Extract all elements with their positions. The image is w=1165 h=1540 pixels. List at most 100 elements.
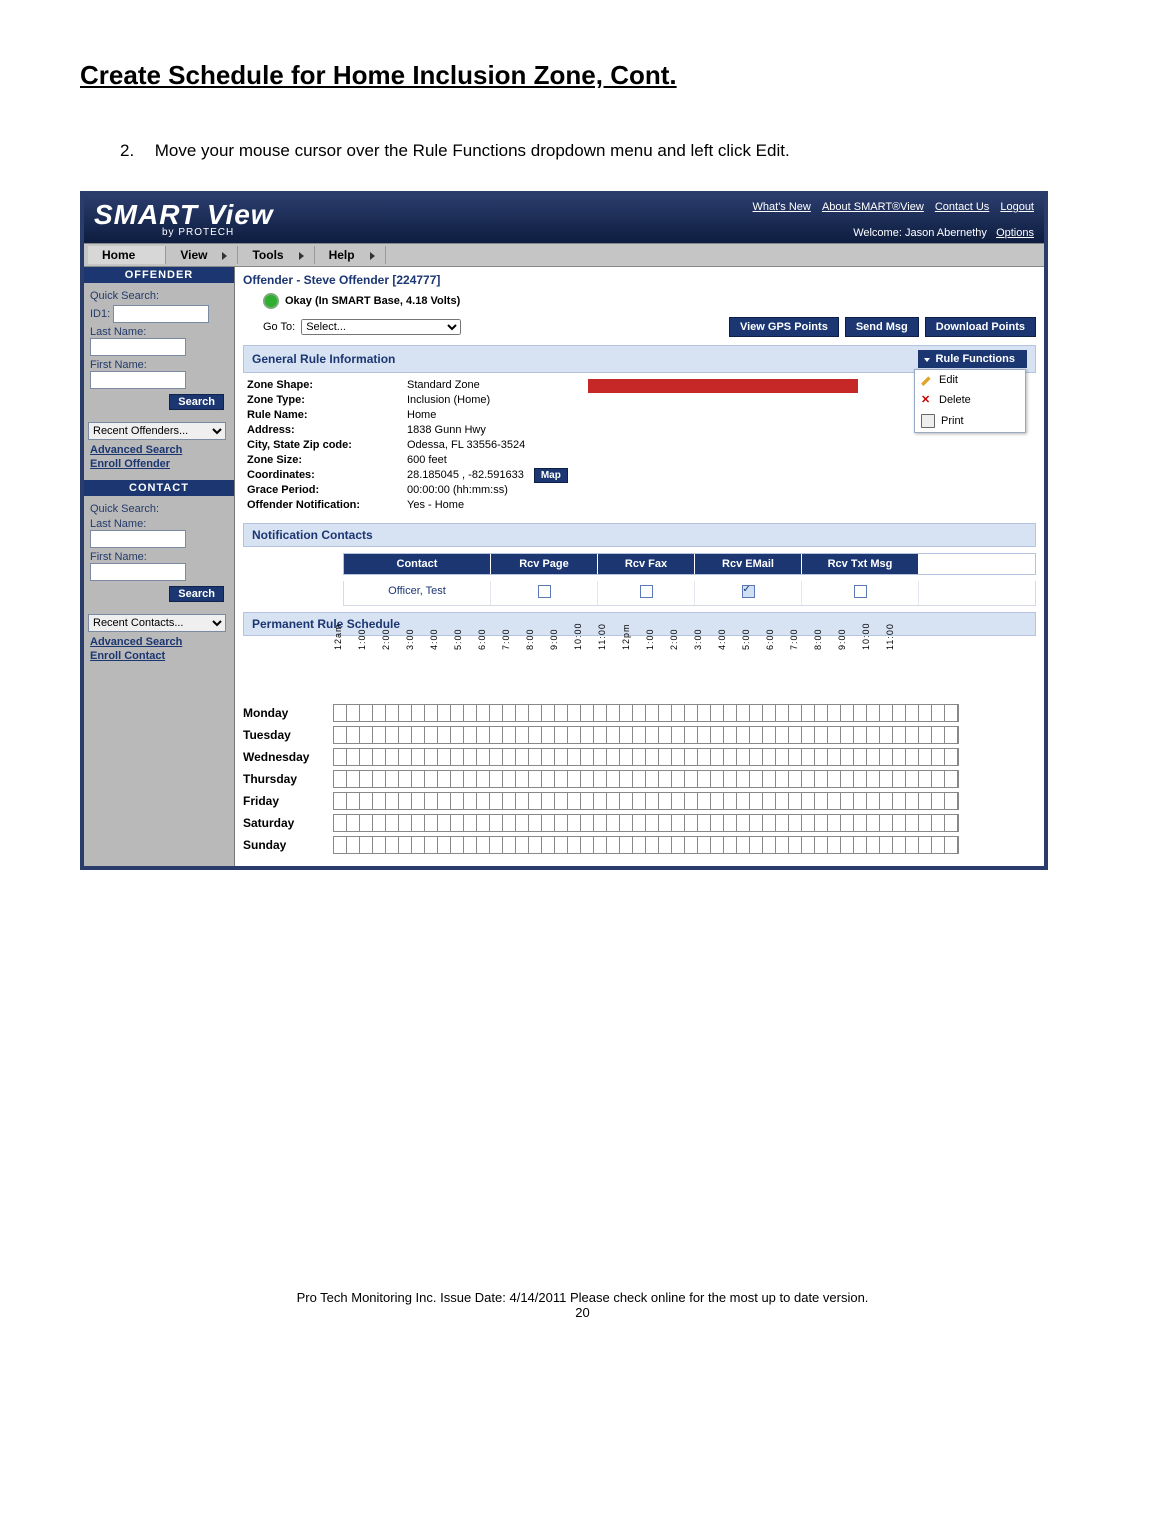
view-gps-button[interactable]: View GPS Points [729, 317, 839, 337]
main-menu: Home View Tools Help [84, 243, 1044, 267]
download-points-button[interactable]: Download Points [925, 317, 1036, 337]
field-value: Standard Zone [407, 379, 568, 391]
status-ok-icon [263, 293, 279, 309]
col-rcv-email: Rcv EMail [695, 554, 802, 574]
send-msg-button[interactable]: Send Msg [845, 317, 919, 337]
field-value: Inclusion (Home) [407, 394, 568, 406]
hour-label: 3:00 [693, 638, 703, 650]
first-name-label: First Name: [90, 359, 147, 371]
recent-offenders-select[interactable]: Recent Offenders... [88, 422, 226, 440]
hour-label: 12am [333, 638, 343, 650]
day-row: Thursday [243, 768, 1036, 790]
chk-email[interactable] [742, 585, 755, 598]
chevron-right-icon [370, 252, 375, 260]
rule-info-grid: Zone Shape:Standard ZoneZone Type:Inclus… [247, 379, 568, 511]
link-options[interactable]: Options [996, 227, 1034, 239]
contact-quick-label: Quick Search: [90, 503, 228, 515]
col-contact: Contact [344, 554, 491, 574]
app-header: SMART View by PROTECH What's New About S… [84, 195, 1044, 243]
recent-contacts-select[interactable]: Recent Contacts... [88, 614, 226, 632]
hour-label: 2:00 [381, 638, 391, 650]
hour-label: 8:00 [525, 638, 535, 650]
lastname-input[interactable] [90, 338, 186, 356]
field-value: 600 feet [407, 454, 568, 466]
chk-fax[interactable] [640, 585, 653, 598]
hour-label: 1:00 [357, 638, 367, 650]
link-whats-new[interactable]: What's New [753, 201, 811, 213]
map-button[interactable]: Map [534, 468, 568, 483]
c-firstname-input[interactable] [90, 563, 186, 581]
menu-home[interactable]: Home [88, 246, 166, 264]
contacts-data-row: Officer, Test [343, 581, 1036, 606]
col-rcv-page: Rcv Page [491, 554, 598, 574]
hours-row: 12am1:002:003:004:005:006:007:008:009:00… [333, 642, 1036, 702]
contact-adv-search-link[interactable]: Advanced Search [90, 636, 228, 648]
link-about[interactable]: About SMART®View [822, 201, 924, 213]
hour-label: 12pm [621, 638, 631, 650]
contact-name-link[interactable]: Officer, Test [344, 581, 491, 605]
hour-label: 1:00 [645, 638, 655, 650]
enroll-offender-link[interactable]: Enroll Offender [90, 458, 228, 470]
hour-label: 10:00 [861, 638, 871, 650]
enroll-contact-link[interactable]: Enroll Contact [90, 650, 228, 662]
field-value: 00:00:00 (hh:mm:ss) [407, 484, 568, 496]
hour-label: 11:00 [597, 638, 607, 650]
field-key: Zone Size: [247, 454, 407, 466]
hour-label: 7:00 [501, 638, 511, 650]
schedule-strip[interactable] [333, 836, 959, 854]
hour-label: 4:00 [717, 638, 727, 650]
schedule-strip[interactable] [333, 770, 959, 788]
schedule-strip[interactable] [333, 748, 959, 766]
schedule-strip[interactable] [333, 726, 959, 744]
menu-view[interactable]: View [166, 246, 238, 264]
day-label: Tuesday [243, 728, 333, 742]
c-lastname-input[interactable] [90, 530, 186, 548]
advanced-search-link[interactable]: Advanced Search [90, 444, 228, 456]
delete-x-icon: ✕ [921, 394, 933, 406]
notification-title: Notification Contacts [252, 528, 373, 542]
field-value: Yes - Home [407, 499, 568, 511]
chk-txt[interactable] [854, 585, 867, 598]
schedule-strip[interactable] [333, 792, 959, 810]
col-rcv-txt: Rcv Txt Msg [802, 554, 919, 574]
top-links: What's New About SMART®View Contact Us L… [745, 201, 1034, 213]
field-key: Zone Shape: [247, 379, 407, 391]
hour-label: 5:00 [741, 638, 751, 650]
content-area: Offender - Steve Offender [224777] Okay … [235, 267, 1044, 866]
rule-delete-item[interactable]: ✕Delete [915, 390, 1025, 410]
zone-map-thumb [588, 379, 858, 393]
field-value: Odessa, FL 33556-3524 [407, 439, 568, 451]
rule-print-item[interactable]: Print [915, 410, 1025, 432]
hour-label: 2:00 [669, 638, 679, 650]
contact-panel-header: CONTACT [84, 480, 234, 496]
chk-page[interactable] [538, 585, 551, 598]
rule-functions-dropdown[interactable]: Rule Functions [918, 350, 1027, 368]
menu-help[interactable]: Help [315, 246, 386, 264]
hour-label: 4:00 [429, 638, 439, 650]
schedule-grid: 12am1:002:003:004:005:006:007:008:009:00… [243, 642, 1036, 856]
schedule-strip[interactable] [333, 704, 959, 722]
field-value: 28.185045 , -82.591633Map [407, 469, 568, 481]
field-key: Rule Name: [247, 409, 407, 421]
link-logout[interactable]: Logout [1000, 201, 1034, 213]
goto-select[interactable]: Select... [301, 319, 461, 335]
offender-search-button[interactable]: Search [169, 394, 224, 410]
contact-search-button[interactable]: Search [169, 586, 224, 602]
goto-label: Go To: [263, 321, 295, 333]
rule-edit-item[interactable]: Edit [915, 370, 1025, 390]
hour-label: 8:00 [813, 638, 823, 650]
day-label: Friday [243, 794, 333, 808]
link-contact[interactable]: Contact Us [935, 201, 989, 213]
firstname-input[interactable] [90, 371, 186, 389]
id1-input[interactable] [113, 305, 209, 323]
schedule-strip[interactable] [333, 814, 959, 832]
hour-label: 6:00 [477, 638, 487, 650]
day-row: Saturday [243, 812, 1036, 834]
pencil-icon [921, 374, 933, 386]
day-label: Monday [243, 706, 333, 720]
menu-tools[interactable]: Tools [238, 246, 314, 264]
chevron-right-icon [299, 252, 304, 260]
day-label: Thursday [243, 772, 333, 786]
welcome-text: Welcome: Jason Abernethy Options [853, 227, 1034, 239]
offender-panel-header: OFFENDER [84, 267, 234, 283]
